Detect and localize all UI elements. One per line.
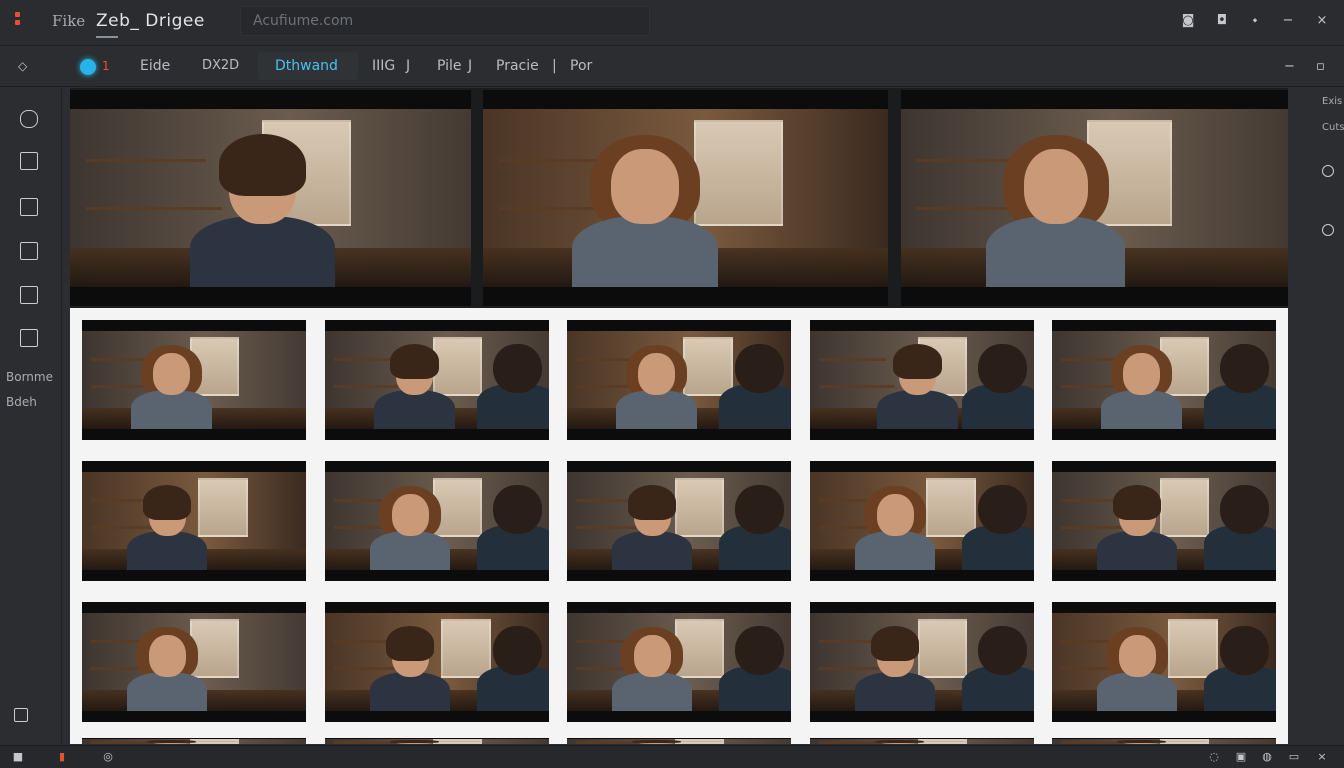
note-icon[interactable] <box>20 110 38 128</box>
video-thumbnail[interactable] <box>810 461 1034 581</box>
shield-icon[interactable]: ◘ <box>1215 14 1229 28</box>
media-grid <box>70 88 1288 744</box>
toolbar-item-por[interactable]: Por <box>570 58 592 74</box>
status-close-icon[interactable]: × <box>1316 751 1328 763</box>
clock-icon[interactable] <box>1322 224 1334 236</box>
video-thumbnail[interactable] <box>82 320 306 440</box>
filter-icon[interactable] <box>20 198 38 216</box>
window-title: Zeb_ Drigee <box>96 11 205 31</box>
video-thumbnail[interactable] <box>567 738 791 744</box>
share-icon[interactable]: ⬩ <box>1248 14 1262 28</box>
video-thumbnail[interactable] <box>82 602 306 722</box>
video-thumbnail[interactable] <box>567 602 791 722</box>
video-thumbnail[interactable] <box>325 461 549 581</box>
video-thumbnail[interactable] <box>325 320 549 440</box>
toolbar-sep-2: J <box>468 58 473 74</box>
toolbar-sep-3: | <box>552 58 557 74</box>
title-bar: Fike Zeb_ Drigee Acufiume.com ◙ ◘ ⬩ − × <box>0 0 1344 46</box>
video-thumbnail[interactable] <box>1052 461 1276 581</box>
panel-close-icon[interactable]: ▫ <box>1316 59 1325 74</box>
video-thumbnail[interactable] <box>1052 738 1276 744</box>
video-thumbnail[interactable] <box>810 320 1034 440</box>
stop-icon[interactable]: ■ <box>12 751 24 763</box>
search-placeholder: Acufiume.com <box>253 13 354 29</box>
right-sidebar: Exis Cuts <box>1290 88 1344 744</box>
crop-icon[interactable] <box>20 329 38 347</box>
settings-icon[interactable]: ◎ <box>102 751 114 763</box>
app-menu-icon[interactable] <box>14 12 22 26</box>
video-thumbnail[interactable] <box>810 738 1034 744</box>
sidebar-label-bornme[interactable]: Bornme <box>6 370 53 384</box>
close-icon[interactable]: × <box>1315 14 1329 28</box>
right-label-cuts[interactable]: Cuts <box>1322 122 1344 133</box>
expand-icon[interactable] <box>14 708 28 722</box>
toolbar: ◇ 1 Eide DX2D Dthwand IIIG J Pile J Prac… <box>0 47 1344 87</box>
video-thumbnail[interactable] <box>70 90 471 306</box>
toolbar-item-iiig[interactable]: IIIG <box>372 58 395 74</box>
record-count: 1 <box>102 59 110 73</box>
toolbar-item-eide[interactable]: Eide <box>140 58 170 74</box>
toolbar-item-dthwand[interactable]: Dthwand <box>275 58 338 74</box>
file-menu[interactable]: Fike <box>52 12 85 30</box>
video-thumbnail[interactable] <box>82 461 306 581</box>
toolbar-item-pile[interactable]: Pile <box>437 58 462 74</box>
video-thumbnail[interactable] <box>82 738 306 744</box>
bar-icon[interactable]: ▮ <box>56 751 68 763</box>
sidebar-label-bdeh[interactable]: Bdeh <box>6 395 37 409</box>
clip-icon[interactable] <box>20 242 38 260</box>
toolbar-sep-1: J <box>406 58 411 74</box>
left-sidebar: Bornme Bdeh <box>0 88 62 744</box>
camera-icon[interactable]: ◙ <box>1181 14 1195 28</box>
link-icon[interactable]: ◍ <box>1261 751 1273 763</box>
video-thumbnail[interactable] <box>810 602 1034 722</box>
search-field[interactable]: Acufiume.com <box>240 6 650 36</box>
video-thumbnail[interactable] <box>901 90 1288 306</box>
diamond-icon[interactable]: ◇ <box>18 60 30 72</box>
layout-icon[interactable] <box>20 152 38 170</box>
toolbar-item-pracie[interactable]: Pracie <box>496 58 539 74</box>
video-thumbnail[interactable] <box>483 90 888 306</box>
save-icon[interactable]: ▣ <box>1235 751 1247 763</box>
title-underline <box>96 36 118 38</box>
video-thumbnail[interactable] <box>325 738 549 744</box>
cloud-icon[interactable]: ◌ <box>1208 751 1220 763</box>
video-thumbnail[interactable] <box>567 320 791 440</box>
video-thumbnail[interactable] <box>1052 320 1276 440</box>
record-indicator[interactable] <box>80 59 96 75</box>
minimize-icon[interactable]: − <box>1281 14 1295 28</box>
status-bar: ■ ▮ ◎ ◌ ▣ ◍ ▭ × <box>0 745 1344 768</box>
window-icon[interactable]: ▭ <box>1288 751 1300 763</box>
collapse-icon[interactable]: − <box>1284 59 1295 74</box>
video-thumbnail[interactable] <box>325 602 549 722</box>
video-thumbnail[interactable] <box>1052 602 1276 722</box>
refresh-icon[interactable] <box>1322 165 1334 177</box>
right-label-exis[interactable]: Exis <box>1322 96 1342 107</box>
toolbar-item-dx2d[interactable]: DX2D <box>202 58 239 73</box>
video-thumbnail[interactable] <box>567 461 791 581</box>
monitor-icon[interactable] <box>20 286 38 304</box>
